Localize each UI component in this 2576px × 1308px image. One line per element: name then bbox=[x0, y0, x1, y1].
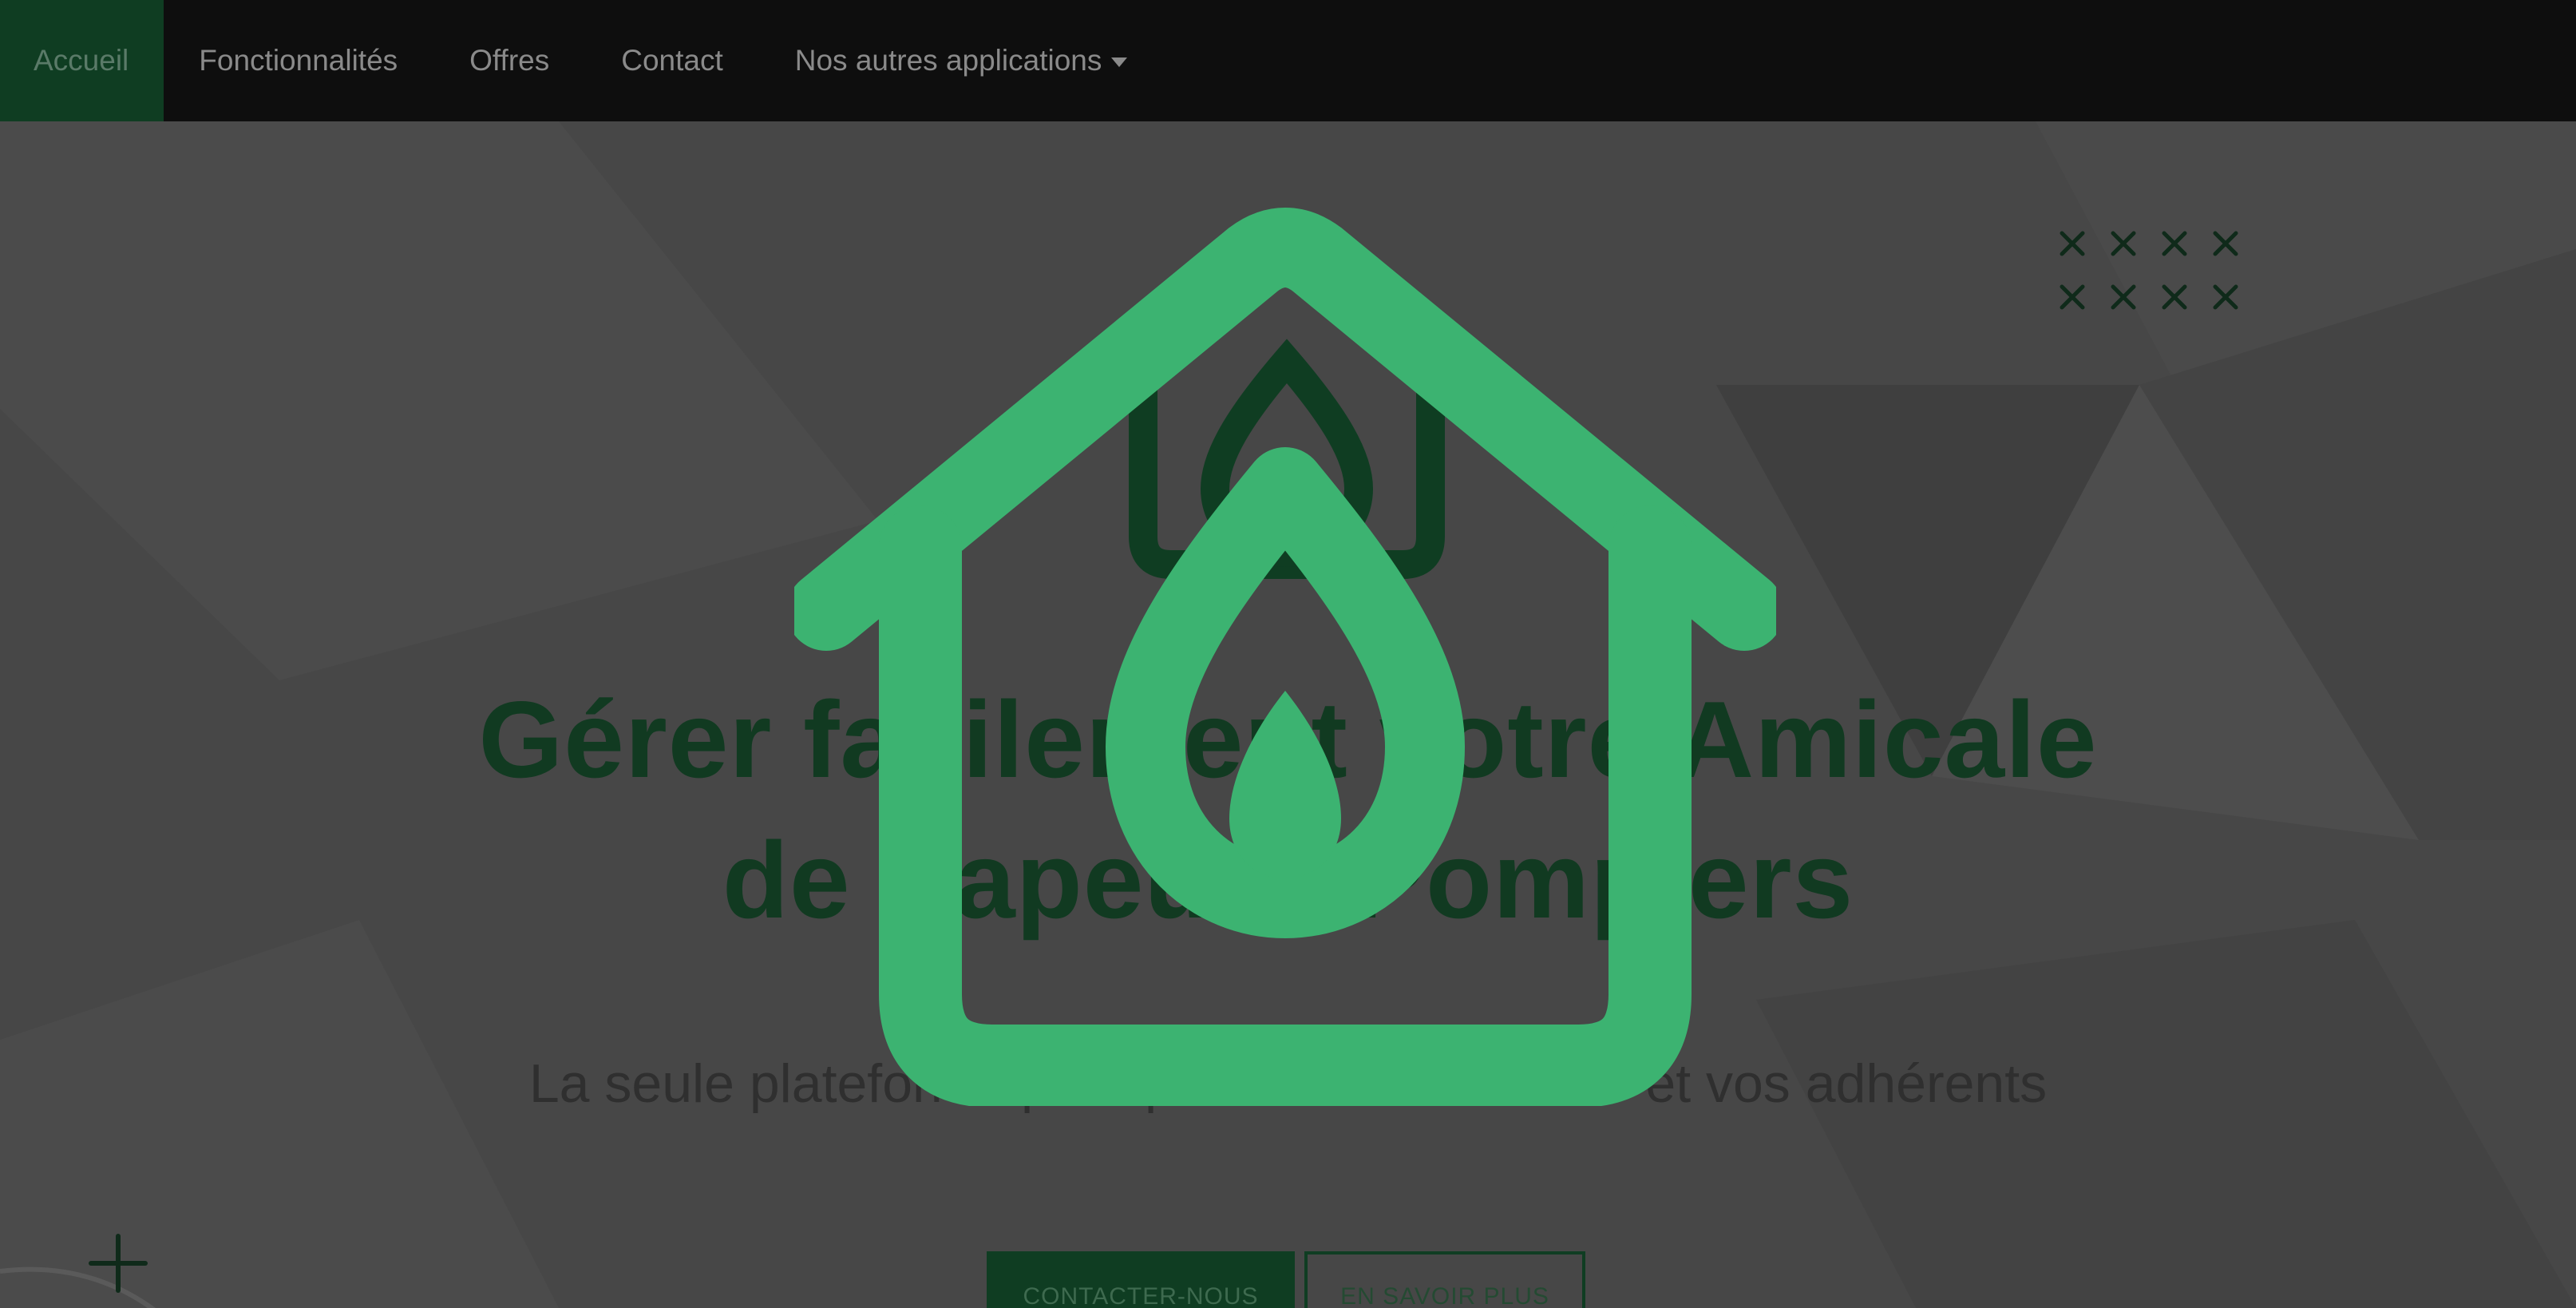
nav-item-label: Accueil bbox=[34, 44, 129, 77]
nav-item-label: Fonctionnalités bbox=[199, 44, 398, 77]
main-navbar: Accueil Fonctionnalités Offres Contact N… bbox=[0, 0, 2576, 121]
nav-item-accueil[interactable]: Accueil bbox=[0, 0, 164, 121]
nav-item-label: Nos autres applications bbox=[794, 44, 1102, 77]
nav-item-autres-applications[interactable]: Nos autres applications bbox=[760, 0, 1165, 121]
contact-button-label: CONTACTER-NOUS bbox=[1023, 1283, 1259, 1308]
learn-more-button-label: EN SAVOIR PLUS bbox=[1340, 1283, 1549, 1308]
nav-item-contact[interactable]: Contact bbox=[586, 0, 760, 121]
contact-button[interactable]: CONTACTER-NOUS bbox=[987, 1251, 1295, 1308]
nav-item-fonctionnalites[interactable]: Fonctionnalités bbox=[164, 0, 434, 121]
learn-more-button[interactable]: EN SAVOIR PLUS bbox=[1304, 1251, 1585, 1308]
nav-item-label: Contact bbox=[621, 44, 723, 77]
caret-down-icon bbox=[1111, 57, 1128, 67]
nav-item-label: Offres bbox=[469, 44, 550, 77]
x-pattern-icon bbox=[2060, 231, 2238, 310]
plus-icon bbox=[89, 1234, 148, 1293]
nav-item-offres[interactable]: Offres bbox=[434, 0, 586, 121]
house-flame-logo-icon bbox=[794, 208, 1776, 1106]
